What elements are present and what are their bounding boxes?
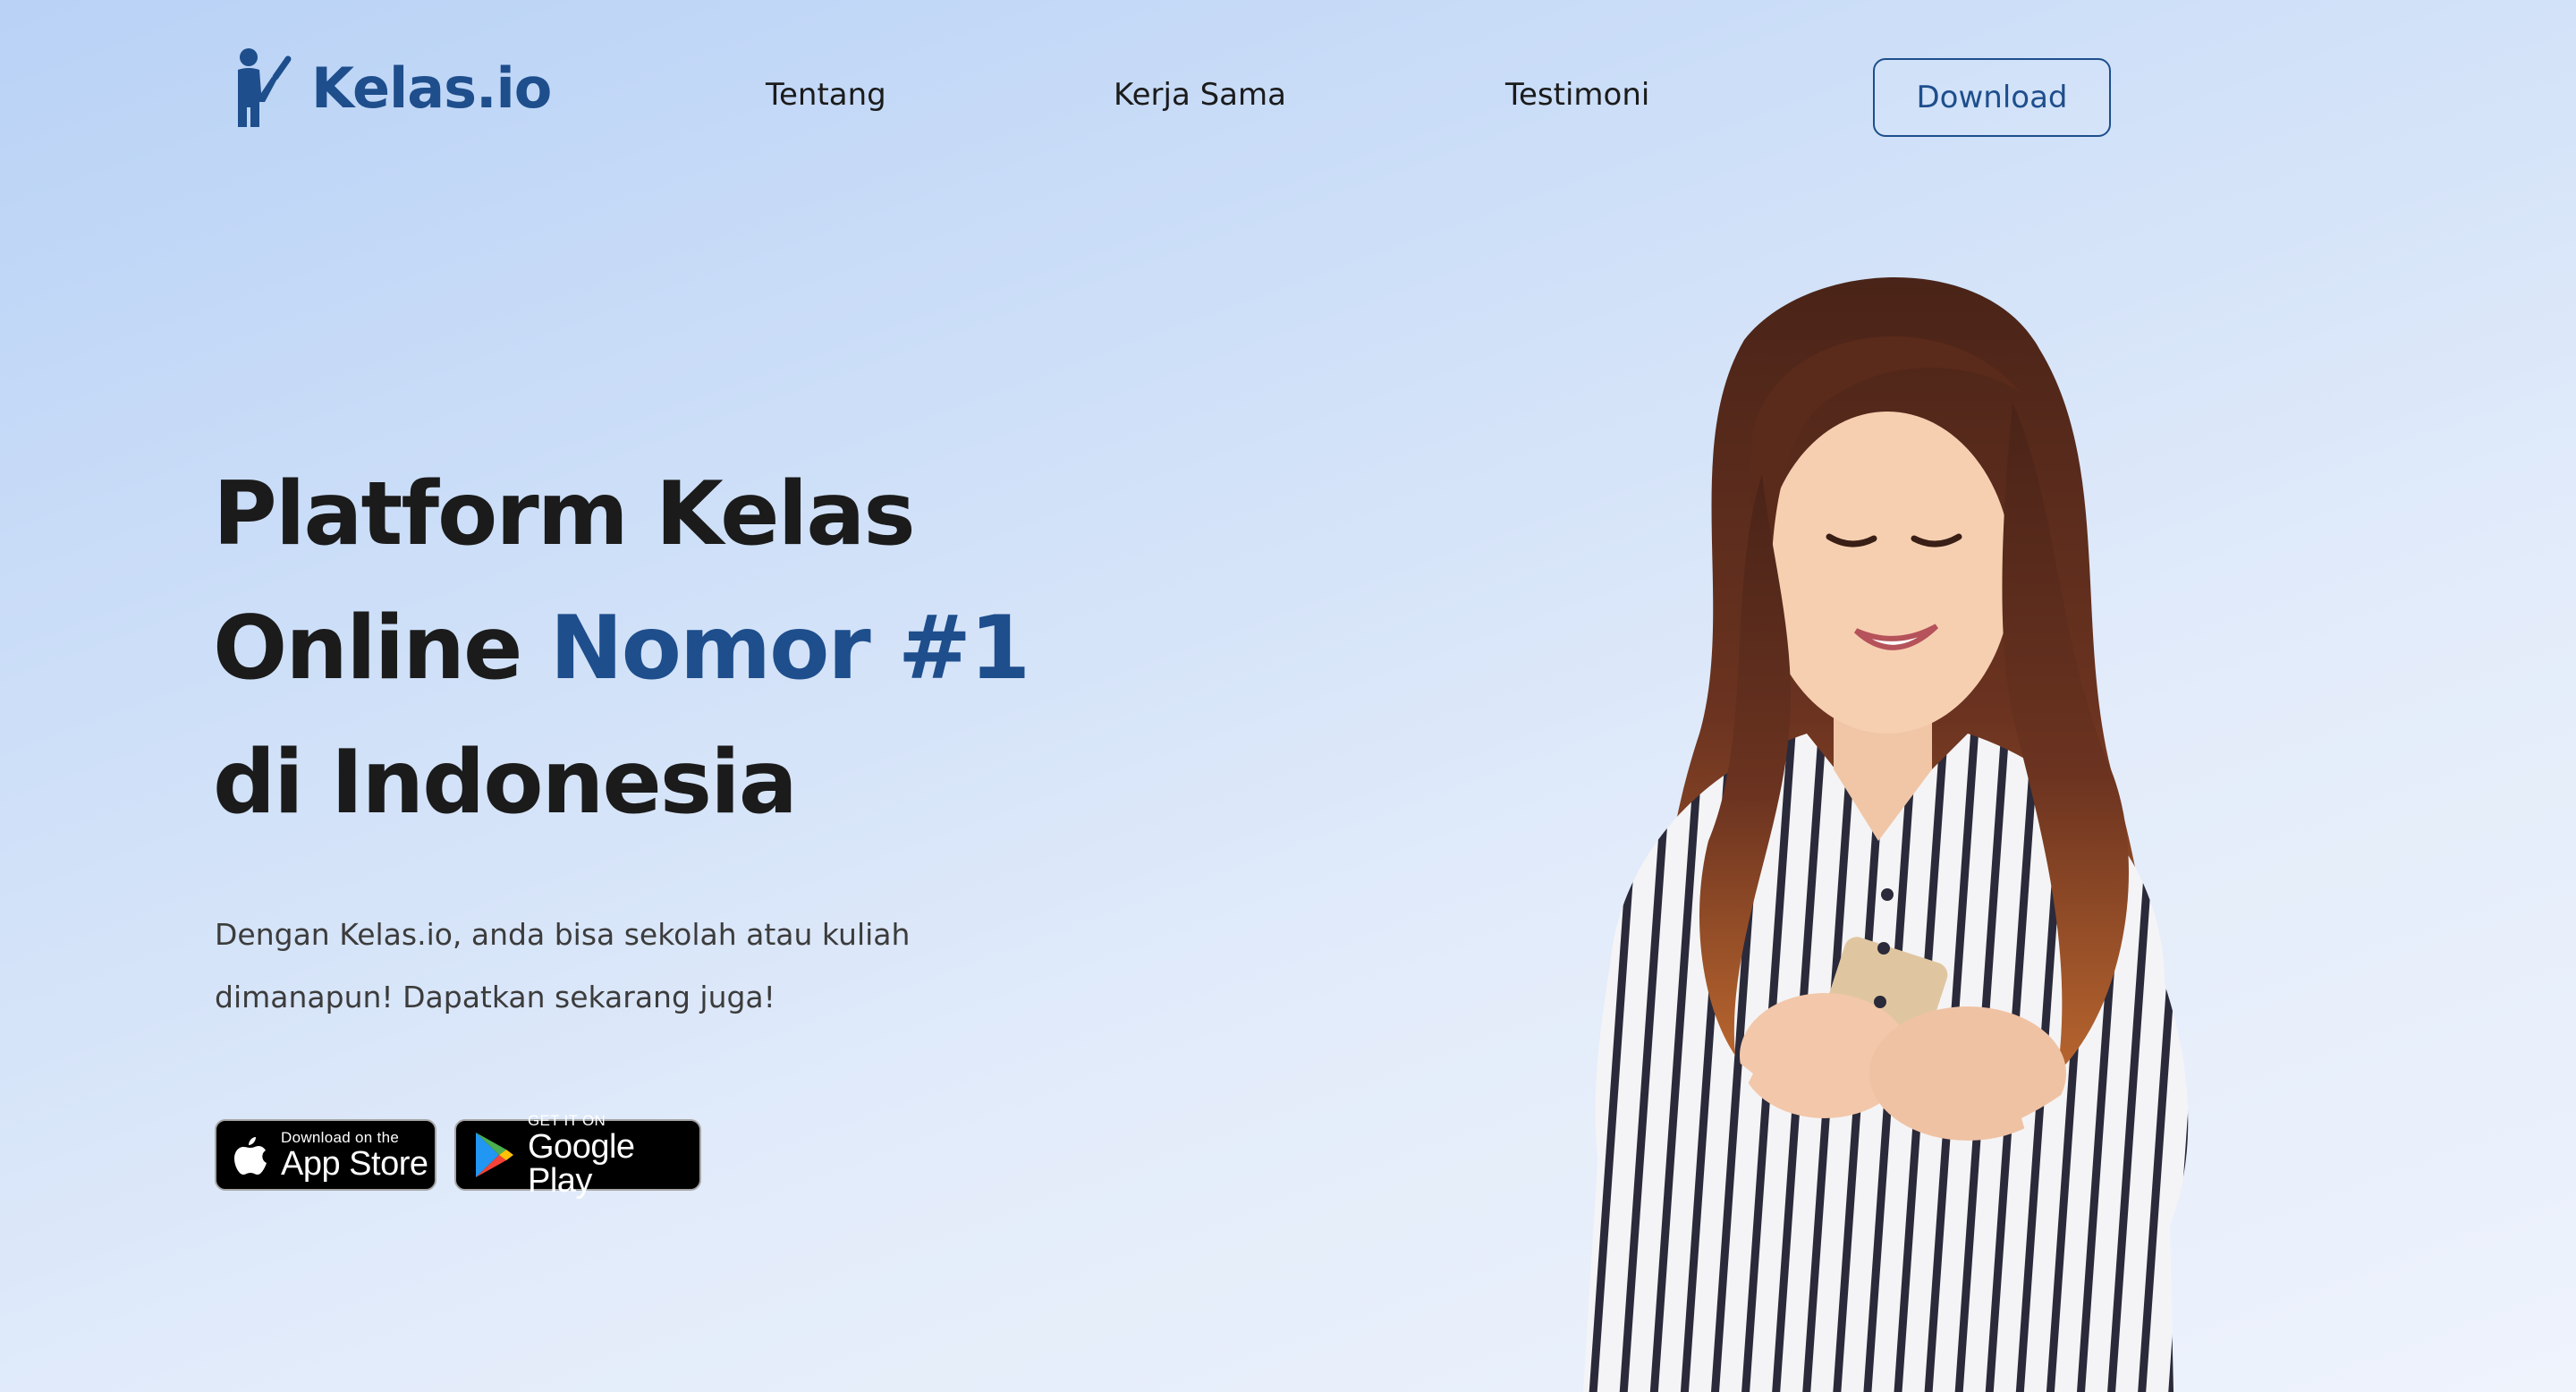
google-play-big-label: Google Play: [528, 1127, 635, 1200]
download-button[interactable]: Download: [1873, 58, 2111, 137]
app-store-badge[interactable]: Download on the App Store: [215, 1119, 436, 1191]
google-play-small-label: GET IT ON: [528, 1111, 606, 1129]
nav-link-kerja-sama[interactable]: Kerja Sama: [1114, 77, 1286, 113]
site-header: Kelas.io Tentang Kerja Sama Testimoni Do…: [0, 0, 2576, 197]
hero-description-line-2: dimanapun! Dapatkan sekarang juga!: [215, 980, 775, 1014]
woman-using-phone-illustration: [1583, 277, 2189, 1392]
person-presenting-icon: [238, 48, 292, 127]
brand-logo[interactable]: Kelas.io: [231, 47, 552, 129]
hero-description-line-1: Dengan Kelas.io, anda bisa sekolah atau …: [215, 917, 911, 952]
nav-link-tentang[interactable]: Tentang: [766, 77, 886, 113]
nav-link-testimoni[interactable]: Testimoni: [1505, 77, 1649, 113]
hero-title: Platform Kelas Online Nomor #1 di Indone…: [213, 447, 1107, 850]
apple-icon: [234, 1137, 267, 1175]
brand-name: Kelas.io: [311, 55, 552, 121]
hero-title-line-1: Platform Kelas: [213, 463, 916, 565]
hero-description: Dengan Kelas.io, anda bisa sekolah atau …: [215, 904, 1020, 1029]
google-play-badge[interactable]: GET IT ON Google Play: [454, 1113, 701, 1198]
hero-title-line-2: Online: [213, 598, 550, 700]
app-store-big-label: App Store: [281, 1144, 428, 1183]
google-play-icon: [476, 1133, 513, 1177]
google-play-text: GET IT ON Google Play: [528, 1113, 699, 1198]
app-store-text: Download on the App Store: [281, 1130, 428, 1181]
hero-title-line-3: di Indonesia: [213, 732, 798, 834]
hero-title-accent: Nomor #1: [549, 598, 1031, 700]
app-store-small-label: Download on the: [281, 1128, 400, 1146]
